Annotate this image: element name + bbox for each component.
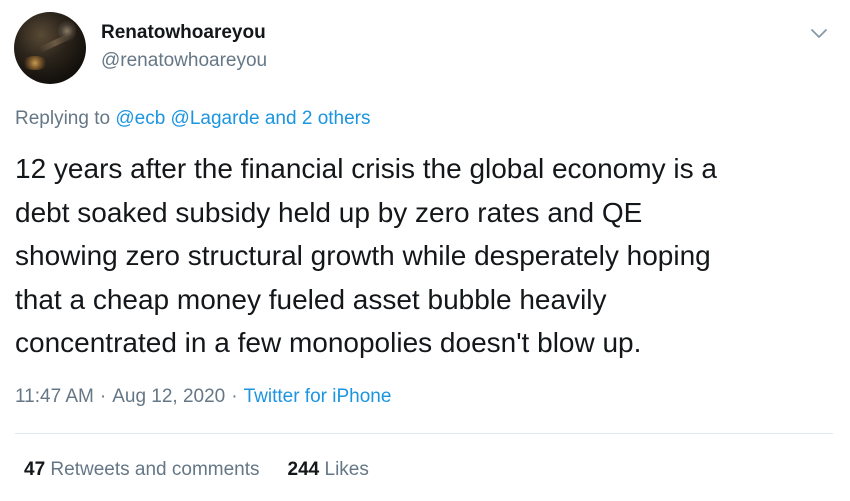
tweet-text: 12 years after the financial crisis the … [15, 153, 717, 358]
replying-prefix: Replying to [15, 108, 111, 129]
tweet-stats: 47 Retweets and comments 244 Likes [24, 459, 369, 481]
mention-ecb[interactable]: @ecb [115, 108, 165, 129]
tweet-time[interactable]: 11:47 AM [15, 386, 94, 407]
likes-count: 244 [287, 459, 320, 480]
avatar-detail [38, 33, 72, 53]
retweets-count: 47 [24, 459, 46, 480]
likes-stat[interactable]: 244 Likes [288, 459, 369, 480]
tweet-card: Renatowhoareyou @renatowhoareyou Replyin… [0, 0, 850, 501]
tweet-source[interactable]: Twitter for iPhone [244, 386, 392, 407]
avatar-highlight [22, 56, 48, 70]
divider [15, 433, 833, 434]
replying-to: Replying to @ecb @Lagarde and 2 others [15, 108, 371, 130]
avatar[interactable] [14, 12, 86, 84]
replying-conjunction[interactable]: and [265, 108, 297, 129]
tweet-date[interactable]: Aug 12, 2020 [112, 386, 225, 407]
mention-others[interactable]: 2 others [302, 108, 371, 129]
chevron-down-icon[interactable] [808, 22, 830, 44]
username[interactable]: @renatowhoareyou [101, 50, 267, 72]
likes-label: Likes [324, 459, 369, 480]
retweets-stat[interactable]: 47 Retweets and comments [24, 459, 260, 480]
meta-separator: · [99, 386, 107, 407]
meta-separator: · [231, 386, 238, 407]
tweet-meta: 11:47 AM · Aug 12, 2020 · Twitter for iPhone [15, 386, 391, 408]
mention-lagarde[interactable]: @Lagarde [171, 108, 260, 129]
retweets-label: Retweets and comments [50, 459, 260, 480]
display-name[interactable]: Renatowhoareyou [101, 22, 266, 44]
